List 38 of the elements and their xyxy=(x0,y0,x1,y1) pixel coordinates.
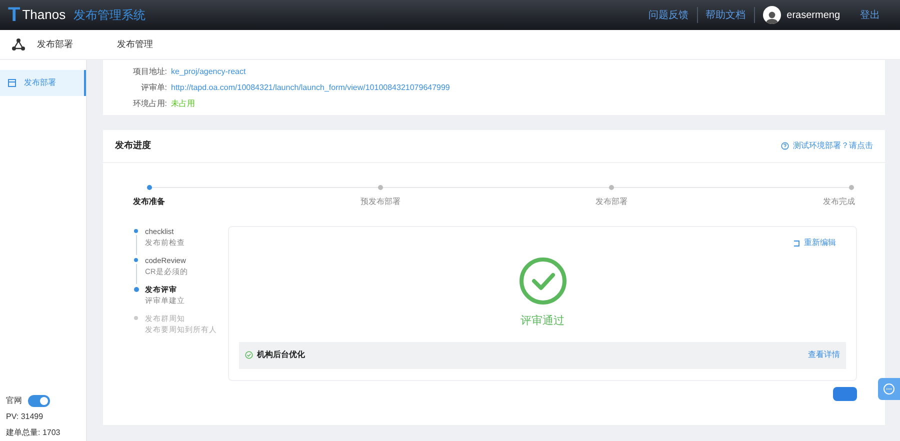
action-button[interactable] xyxy=(833,387,857,401)
step-label: 发布准备 xyxy=(133,196,165,208)
detail-link[interactable]: 查看详情 xyxy=(808,349,840,361)
field-link[interactable]: http://tapd.oa.com/10084321/launch/launch_form/view/1010084321079647999 xyxy=(171,82,450,94)
username: erasermeng xyxy=(786,8,840,22)
reedit-link[interactable]: 重新编辑 xyxy=(804,237,836,249)
review-item-title: 机构后台优化 xyxy=(257,349,305,361)
step-label: 发布完成 xyxy=(822,196,855,208)
module-title: 发布部署 xyxy=(37,38,73,51)
toggle-label: 官网 xyxy=(6,395,22,407)
status-text: 未占用 xyxy=(171,98,195,110)
sidebar-item[interactable]: 发布部署 xyxy=(0,70,86,96)
system-title: 发布管理系统 xyxy=(74,7,146,24)
success-check-icon xyxy=(518,257,566,305)
network-icon xyxy=(12,38,25,51)
breadcrumb: 发布管理 xyxy=(117,38,153,51)
logo-letter: T xyxy=(8,5,20,25)
toggle-switch[interactable] xyxy=(28,395,50,407)
result-status: 评审通过 xyxy=(520,314,564,329)
logout-link[interactable]: 登出 xyxy=(860,8,880,22)
header-link[interactable]: 帮助文档 xyxy=(698,8,754,22)
step-label: 预发布部署 xyxy=(360,196,400,208)
field-label: 环境占用: xyxy=(132,98,167,110)
help-icon xyxy=(781,142,789,150)
stat-text: 建单总量: 1703 xyxy=(6,427,62,439)
field-link[interactable]: ke_proj/agency-react xyxy=(171,66,246,78)
section-title: 发布进度 xyxy=(115,139,151,152)
help-link[interactable]: 测试环境部署？请点击 xyxy=(793,140,873,152)
window-icon xyxy=(8,79,16,87)
stat-text: PV: 31499 xyxy=(6,411,44,423)
header-link[interactable]: 问题反馈 xyxy=(640,8,697,22)
field-label: 评审单: xyxy=(140,82,167,94)
avatar-icon[interactable] xyxy=(762,6,781,24)
field-label: 项目地址: xyxy=(132,66,167,78)
app-name: Thanos xyxy=(22,6,66,24)
chat-icon[interactable] xyxy=(878,378,900,400)
step-label: 发布部署 xyxy=(596,196,628,208)
check-circle-icon xyxy=(245,351,253,359)
